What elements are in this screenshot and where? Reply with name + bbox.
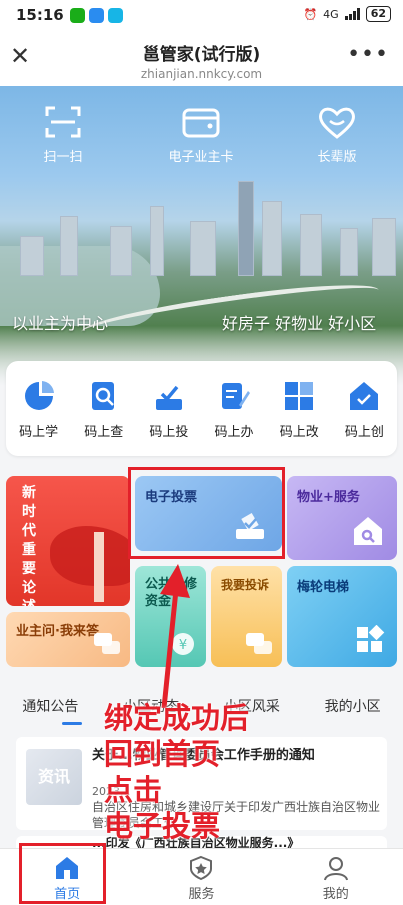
close-icon[interactable]: ✕ — [8, 44, 32, 68]
owner-card-label: 电子业主卡 — [168, 150, 234, 165]
grid-blocks-icon — [285, 382, 314, 410]
tile-elevator-label: 梅轮电梯 — [297, 580, 350, 595]
quick-menu: 码上学 码上查 码上投 码上办 码上改 码上创 — [6, 361, 397, 456]
status-bar: 15:16 ⏰ 4G 62 — [0, 0, 403, 30]
tile-qa-label: 业主问·我来答 — [16, 624, 99, 639]
quick-label: 码上改 — [279, 425, 319, 440]
quick-item-handle[interactable]: 码上办 — [204, 379, 264, 456]
home-search-icon — [354, 517, 382, 545]
heart-smile-icon — [319, 107, 355, 139]
wechat-icon — [69, 7, 85, 23]
svg-text:¥: ¥ — [179, 638, 187, 653]
nav-mine[interactable]: 我的 — [301, 849, 371, 905]
tab-notice[interactable]: 通知公告 — [22, 692, 78, 726]
tile-public-repair-fund[interactable]: 公共维修资金 ¥ — [135, 566, 206, 667]
elder-mode-button[interactable]: 长辈版 — [292, 104, 382, 165]
annotation-line-4: 电子投票 — [104, 809, 221, 843]
vote-box-icon — [155, 385, 182, 410]
chat-bubbles-icon — [94, 633, 120, 654]
quick-item-create[interactable]: 码上创 — [334, 379, 394, 456]
tile-complain-label: 我要投诉 — [221, 578, 270, 592]
nav-service-label: 服务 — [188, 887, 215, 902]
tab-my-community[interactable]: 我的小区 — [325, 692, 381, 726]
network-label: 4G — [323, 7, 339, 21]
search-doc-icon — [91, 382, 114, 410]
apps-grid-icon — [357, 625, 385, 652]
tile-electronic-vote[interactable]: 电子投票 — [135, 476, 282, 551]
quick-item-vote[interactable]: 码上投 — [139, 379, 199, 456]
quick-item-change[interactable]: 码上改 — [269, 379, 329, 456]
home-icon — [56, 857, 79, 879]
wallet-card-icon — [182, 108, 220, 138]
star-badge-icon — [190, 855, 213, 881]
edit-doc-icon — [222, 383, 251, 409]
nav-service[interactable]: 服务 — [166, 849, 236, 905]
tile-property-service[interactable]: 物业+服务 — [287, 476, 397, 560]
annotation-line-1: 绑定成功后 — [104, 701, 250, 735]
signal-icon — [344, 8, 360, 20]
coin-icon: ¥ — [172, 633, 194, 655]
tile-owner-qa[interactable]: 业主问·我来答 — [6, 612, 130, 667]
scan-button[interactable]: 扫一扫 — [18, 104, 108, 165]
chat-bubbles-icon — [246, 633, 272, 654]
tile-elevator[interactable]: 梅轮电梯 — [287, 566, 397, 667]
hero-banner: 扫一扫 电子业主卡 长辈版 以业主为中心 好房子 好物业 好小区 — [0, 86, 403, 386]
tile-news-label: 新时代重要论述 — [22, 485, 36, 606]
quick-label: 码上投 — [149, 425, 189, 440]
tile-fund-label: 公共维修资金 — [145, 577, 198, 609]
tile-vote-label: 电子投票 — [145, 490, 198, 505]
tile-complaint[interactable]: 我要投诉 — [211, 566, 282, 667]
news-thumbnail: 资讯 — [26, 749, 82, 805]
user-icon — [323, 857, 348, 881]
status-time: 15:16 — [16, 6, 64, 24]
more-icon[interactable]: ••• — [347, 42, 389, 67]
page-domain: zhianjian.nnkcy.com — [140, 67, 263, 81]
quick-label: 码上办 — [214, 425, 254, 440]
tile-property-label: 物业+服务 — [297, 490, 360, 505]
annotation-line-2: 回到首页 — [104, 737, 221, 771]
bottom-nav: 首页 服务 我的 — [0, 848, 403, 905]
message-icon — [88, 7, 104, 23]
elder-mode-label: 长辈版 — [317, 150, 357, 165]
slogan-left: 以业主为中心 — [12, 314, 109, 333]
quick-label: 码上查 — [84, 425, 124, 440]
nav-home-label: 首页 — [54, 887, 81, 902]
battery-indicator: 62 — [365, 6, 391, 22]
alarm-icon: ⏰ — [303, 7, 318, 21]
scan-icon — [45, 106, 81, 138]
quick-item-check[interactable]: 码上查 — [74, 379, 134, 456]
nav-mine-label: 我的 — [322, 887, 349, 902]
owner-card-button[interactable]: 电子业主卡 — [156, 104, 246, 165]
title-bar: ✕ 邕管家(试行版) zhianjian.nnkcy.com ••• — [0, 30, 403, 86]
annotation-line-3: 点击 — [104, 773, 163, 807]
vote-box-icon — [236, 512, 264, 539]
page-title: 邕管家(试行版) — [142, 45, 261, 65]
app-icon — [107, 7, 123, 23]
quick-label: 码上学 — [19, 425, 59, 440]
quick-item-learn[interactable]: 码上学 — [9, 379, 69, 456]
quick-label: 码上创 — [344, 425, 384, 440]
pie-chart-icon — [24, 381, 54, 410]
tile-important-discourse[interactable]: 新时代重要论述 — [6, 476, 130, 606]
tab-active-indicator — [62, 722, 82, 725]
home-badge-icon — [350, 382, 379, 410]
slogan-right: 好房子 好物业 好小区 — [222, 314, 377, 333]
scan-label: 扫一扫 — [43, 150, 83, 165]
nav-home[interactable]: 首页 — [32, 849, 102, 905]
